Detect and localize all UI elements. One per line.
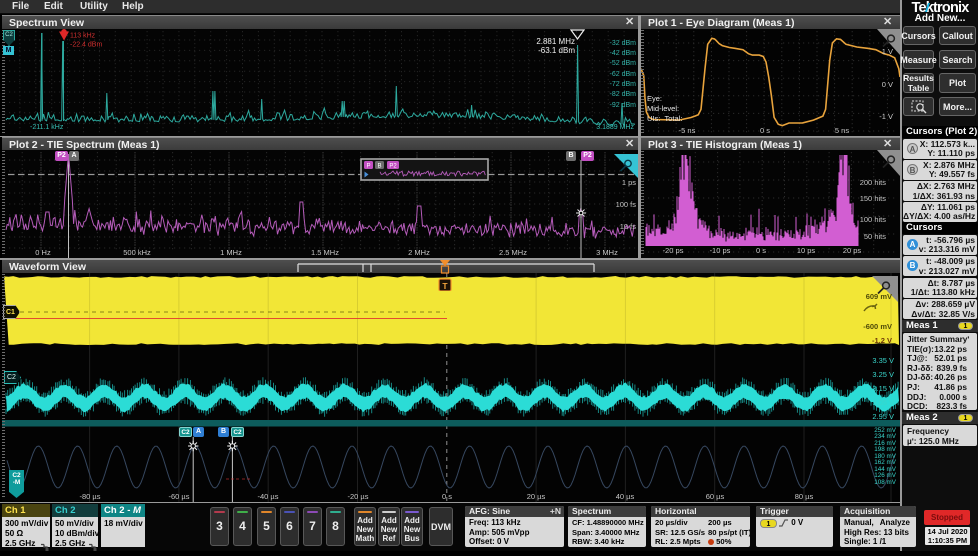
svg-text:Mid-level:: Mid-level: (647, 104, 679, 113)
svg-text:-5 ns: -5 ns (679, 126, 696, 135)
svg-text:2.881 MHz: 2.881 MHz (536, 37, 575, 46)
svg-text:0 V: 0 V (882, 80, 893, 89)
svg-text:UIs: Total:: UIs: Total: (647, 114, 682, 123)
svg-text:200 hits: 200 hits (860, 178, 887, 187)
svg-text:0 s: 0 s (760, 126, 770, 135)
svg-text:-1 V: -1 V (879, 112, 893, 121)
svg-text:20 ps: 20 ps (843, 246, 862, 255)
svg-text:P: P (366, 164, 370, 170)
svg-text:-211.1 kHz: -211.1 kHz (30, 124, 64, 131)
svg-text:-63.1 dBm: -63.1 dBm (538, 46, 575, 55)
svg-text:B: B (377, 164, 381, 170)
svg-text:0 s: 0 s (756, 246, 766, 255)
svg-text:50 hits: 50 hits (864, 232, 886, 241)
svg-text:3.1889 MHz: 3.1889 MHz (596, 124, 634, 131)
svg-text:10 fs: 10 fs (620, 222, 637, 231)
svg-text:113 kHz: 113 kHz (70, 33, 96, 40)
svg-text:T: T (442, 281, 448, 291)
svg-text:Eye:: Eye: (647, 94, 662, 103)
svg-text:100 fs: 100 fs (616, 200, 637, 209)
svg-text:P2: P2 (389, 164, 397, 170)
svg-text:5 ns: 5 ns (835, 126, 849, 135)
svg-text:1 V: 1 V (882, 47, 893, 56)
svg-text:10 ps: 10 ps (797, 246, 816, 255)
svg-text:1 ps: 1 ps (622, 178, 636, 187)
svg-text:-20 ps: -20 ps (663, 246, 684, 255)
svg-text:150 hits: 150 hits (860, 194, 887, 203)
svg-text:100 hits: 100 hits (860, 215, 887, 224)
svg-text:-22.4 dBm: -22.4 dBm (70, 42, 102, 49)
svg-text:-10 ps: -10 ps (710, 246, 731, 255)
